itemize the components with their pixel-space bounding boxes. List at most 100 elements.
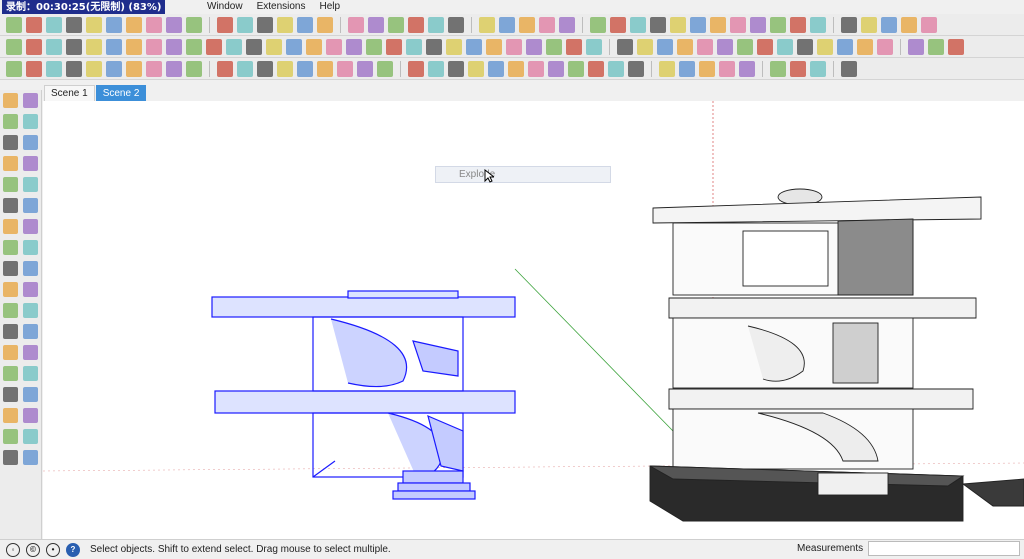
toolbar-tool-icon[interactable] bbox=[690, 16, 706, 33]
toolbar-tool-icon[interactable] bbox=[737, 38, 753, 55]
toolbar-tool-icon[interactable] bbox=[617, 38, 633, 55]
toolbar-tool-icon[interactable] bbox=[797, 38, 813, 55]
toolbar-tool-icon[interactable] bbox=[659, 60, 675, 77]
toolbar-tool-icon[interactable] bbox=[428, 16, 444, 33]
toolbar-tool-icon[interactable] bbox=[546, 38, 562, 55]
toolbar-tool-icon[interactable] bbox=[679, 60, 695, 77]
draw-tool-icon[interactable] bbox=[23, 366, 39, 381]
toolbar-tool-icon[interactable] bbox=[26, 60, 42, 77]
toolbar-tool-icon[interactable] bbox=[86, 60, 102, 77]
toolbar-tool-icon[interactable] bbox=[406, 38, 422, 55]
toolbar-tool-icon[interactable] bbox=[377, 60, 393, 77]
toolbar-tool-icon[interactable] bbox=[126, 16, 142, 33]
toolbar-tool-icon[interactable] bbox=[446, 38, 462, 55]
toolbar-tool-icon[interactable] bbox=[166, 16, 182, 33]
toolbar-tool-icon[interactable] bbox=[948, 38, 964, 55]
toolbar-tool-icon[interactable] bbox=[568, 60, 584, 77]
user-icon[interactable]: • bbox=[46, 542, 60, 557]
toolbar-tool-icon[interactable] bbox=[739, 60, 755, 77]
toolbar-tool-icon[interactable] bbox=[66, 60, 82, 77]
selected-staircase-model[interactable] bbox=[211, 290, 516, 500]
model-viewport[interactable]: Explode bbox=[43, 101, 1024, 539]
toolbar-tool-icon[interactable] bbox=[719, 60, 735, 77]
toolbar-tool-icon[interactable] bbox=[548, 60, 564, 77]
draw-tool-icon[interactable] bbox=[23, 261, 39, 276]
draw-tool-icon[interactable] bbox=[2, 429, 18, 444]
toolbar-tool-icon[interactable] bbox=[368, 16, 384, 33]
toolbar-tool-icon[interactable] bbox=[697, 38, 713, 55]
toolbar-tool-icon[interactable] bbox=[559, 16, 575, 33]
toolbar-tool-icon[interactable] bbox=[841, 16, 857, 33]
toolbar-tool-icon[interactable] bbox=[26, 38, 42, 55]
toolbar-tool-icon[interactable] bbox=[348, 16, 364, 33]
toolbar-tool-icon[interactable] bbox=[730, 16, 746, 33]
draw-tool-icon[interactable] bbox=[2, 156, 18, 171]
toolbar-tool-icon[interactable] bbox=[346, 38, 362, 55]
toolbar-tool-icon[interactable] bbox=[486, 38, 502, 55]
toolbar-tool-icon[interactable] bbox=[861, 16, 877, 33]
draw-tool-icon[interactable] bbox=[23, 114, 39, 129]
toolbar-tool-icon[interactable] bbox=[106, 38, 122, 55]
toolbar-tool-icon[interactable] bbox=[257, 16, 273, 33]
toolbar-tool-icon[interactable] bbox=[857, 38, 873, 55]
toolbar-tool-icon[interactable] bbox=[650, 16, 666, 33]
toolbar-tool-icon[interactable] bbox=[206, 38, 222, 55]
draw-tool-icon[interactable] bbox=[23, 93, 39, 108]
draw-tool-icon[interactable] bbox=[23, 408, 39, 423]
toolbar-tool-icon[interactable] bbox=[528, 60, 544, 77]
toolbar-tool-icon[interactable] bbox=[6, 60, 22, 77]
toolbar-tool-icon[interactable] bbox=[246, 38, 262, 55]
toolbar-tool-icon[interactable] bbox=[146, 38, 162, 55]
toolbar-tool-icon[interactable] bbox=[146, 16, 162, 33]
toolbar-tool-icon[interactable] bbox=[297, 16, 313, 33]
toolbar-tool-icon[interactable] bbox=[710, 16, 726, 33]
draw-tool-icon[interactable] bbox=[23, 387, 39, 402]
toolbar-tool-icon[interactable] bbox=[448, 60, 464, 77]
toolbar-tool-icon[interactable] bbox=[901, 16, 917, 33]
toolbar-tool-icon[interactable] bbox=[630, 16, 646, 33]
toolbar-tool-icon[interactable] bbox=[877, 38, 893, 55]
draw-tool-icon[interactable] bbox=[2, 198, 18, 213]
toolbar-tool-icon[interactable] bbox=[257, 60, 273, 77]
toolbar-tool-icon[interactable] bbox=[790, 16, 806, 33]
toolbar-tool-icon[interactable] bbox=[306, 38, 322, 55]
toolbar-tool-icon[interactable] bbox=[237, 16, 253, 33]
toolbar-tool-icon[interactable] bbox=[126, 38, 142, 55]
toolbar-tool-icon[interactable] bbox=[6, 16, 22, 33]
toolbar-tool-icon[interactable] bbox=[677, 38, 693, 55]
toolbar-tool-icon[interactable] bbox=[817, 38, 833, 55]
toolbar-tool-icon[interactable] bbox=[539, 16, 555, 33]
toolbar-tool-icon[interactable] bbox=[166, 60, 182, 77]
menu-window[interactable]: Window bbox=[200, 0, 250, 14]
toolbar-tool-icon[interactable] bbox=[488, 60, 504, 77]
help-icon[interactable]: ? bbox=[66, 542, 80, 557]
draw-tool-icon[interactable] bbox=[2, 282, 18, 297]
toolbar-tool-icon[interactable] bbox=[588, 60, 604, 77]
toolbar-tool-icon[interactable] bbox=[590, 16, 606, 33]
draw-tool-icon[interactable] bbox=[2, 261, 18, 276]
toolbar-tool-icon[interactable] bbox=[519, 16, 535, 33]
draw-tool-icon[interactable] bbox=[2, 387, 18, 402]
toolbar-tool-icon[interactable] bbox=[881, 16, 897, 33]
draw-tool-icon[interactable] bbox=[23, 303, 39, 318]
house-model[interactable] bbox=[649, 188, 1024, 522]
toolbar-tool-icon[interactable] bbox=[770, 16, 786, 33]
toolbar-tool-icon[interactable] bbox=[479, 16, 495, 33]
toolbar-tool-icon[interactable] bbox=[657, 38, 673, 55]
toolbar-tool-icon[interactable] bbox=[357, 60, 373, 77]
toolbar-tool-icon[interactable] bbox=[428, 60, 444, 77]
toolbar-tool-icon[interactable] bbox=[286, 38, 302, 55]
toolbar-tool-icon[interactable] bbox=[66, 38, 82, 55]
context-menu-explode[interactable]: Explode bbox=[435, 166, 611, 183]
toolbar-tool-icon[interactable] bbox=[566, 38, 582, 55]
draw-tool-icon[interactable] bbox=[2, 240, 18, 255]
tab-scene-1[interactable]: Scene 1 bbox=[44, 85, 95, 101]
credits-icon[interactable]: © bbox=[26, 542, 40, 557]
draw-tool-icon[interactable] bbox=[2, 114, 18, 129]
tab-scene-2[interactable]: Scene 2 bbox=[95, 85, 147, 101]
toolbar-tool-icon[interactable] bbox=[426, 38, 442, 55]
toolbar-tool-icon[interactable] bbox=[266, 38, 282, 55]
toolbar-tool-icon[interactable] bbox=[186, 60, 202, 77]
toolbar-tool-icon[interactable] bbox=[921, 16, 937, 33]
draw-tool-icon[interactable] bbox=[23, 177, 39, 192]
